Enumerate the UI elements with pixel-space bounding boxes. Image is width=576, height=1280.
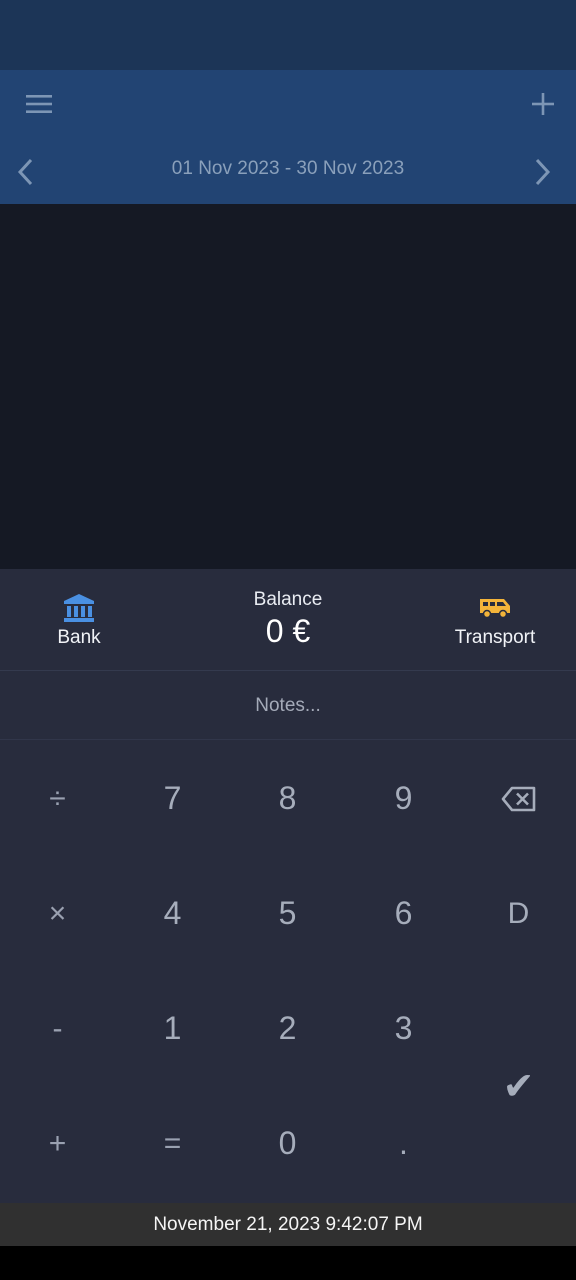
confirm-key[interactable]: ✔: [461, 971, 576, 1201]
digit-7-key[interactable]: 7: [115, 741, 230, 856]
backspace-key[interactable]: [461, 741, 576, 856]
digit-2-key[interactable]: 2: [230, 971, 345, 1086]
add-button[interactable]: [518, 84, 568, 124]
equals-key[interactable]: =: [115, 1086, 230, 1201]
next-period-button[interactable]: [520, 150, 564, 194]
system-nav-bar: [0, 1246, 576, 1280]
digit-9-key[interactable]: 9: [346, 741, 461, 856]
accounts-row: Bank Balance 0 € Transport: [0, 569, 576, 671]
digit-1-key[interactable]: 1: [115, 971, 230, 1086]
digit-5-key[interactable]: 5: [230, 856, 345, 971]
app-bar: 01 Nov 2023 - 30 Nov 2023: [0, 70, 576, 204]
from-account-name: Bank: [57, 627, 101, 648]
chevron-left-icon: [17, 158, 33, 186]
to-account-name: Transport: [454, 627, 536, 648]
digit-3-key[interactable]: 3: [346, 971, 461, 1086]
transaction-panel: Bank Balance 0 € Transport Notes... ÷ 7 …: [0, 569, 576, 1203]
chevron-right-icon: [535, 158, 551, 186]
plus-icon: [532, 93, 554, 115]
multiply-key[interactable]: ×: [0, 856, 115, 971]
minus-key[interactable]: -: [0, 971, 115, 1086]
balance-display: Balance 0 €: [188, 589, 388, 650]
notes-field[interactable]: Notes...: [0, 672, 576, 740]
plus-key[interactable]: +: [0, 1086, 115, 1201]
decimal-key[interactable]: .: [346, 1086, 461, 1201]
digit-0-key[interactable]: 0: [230, 1086, 345, 1201]
balance-value: 0 €: [265, 613, 311, 649]
status-bar: [0, 0, 576, 70]
bank-icon: [64, 594, 94, 622]
digit-6-key[interactable]: 6: [346, 856, 461, 971]
backspace-icon: [501, 786, 535, 811]
datetime-bar[interactable]: November 21, 2023 9:42:07 PM: [0, 1203, 576, 1246]
from-account-button[interactable]: Bank: [4, 591, 154, 649]
period-label[interactable]: 01 Nov 2023 - 30 Nov 2023: [80, 158, 496, 180]
date-key[interactable]: D: [461, 856, 576, 971]
balance-label: Balance: [253, 589, 323, 610]
digit-8-key[interactable]: 8: [230, 741, 345, 856]
content-area: [0, 204, 576, 569]
menu-button[interactable]: [14, 84, 64, 124]
transaction-datetime: November 21, 2023 9:42:07 PM: [153, 1213, 423, 1235]
digit-4-key[interactable]: 4: [115, 856, 230, 971]
van-icon: [480, 599, 510, 619]
hamburger-menu-icon: [26, 95, 52, 113]
previous-period-button[interactable]: [4, 150, 48, 194]
to-account-button[interactable]: Transport: [420, 591, 570, 649]
divide-key[interactable]: ÷: [0, 741, 115, 856]
